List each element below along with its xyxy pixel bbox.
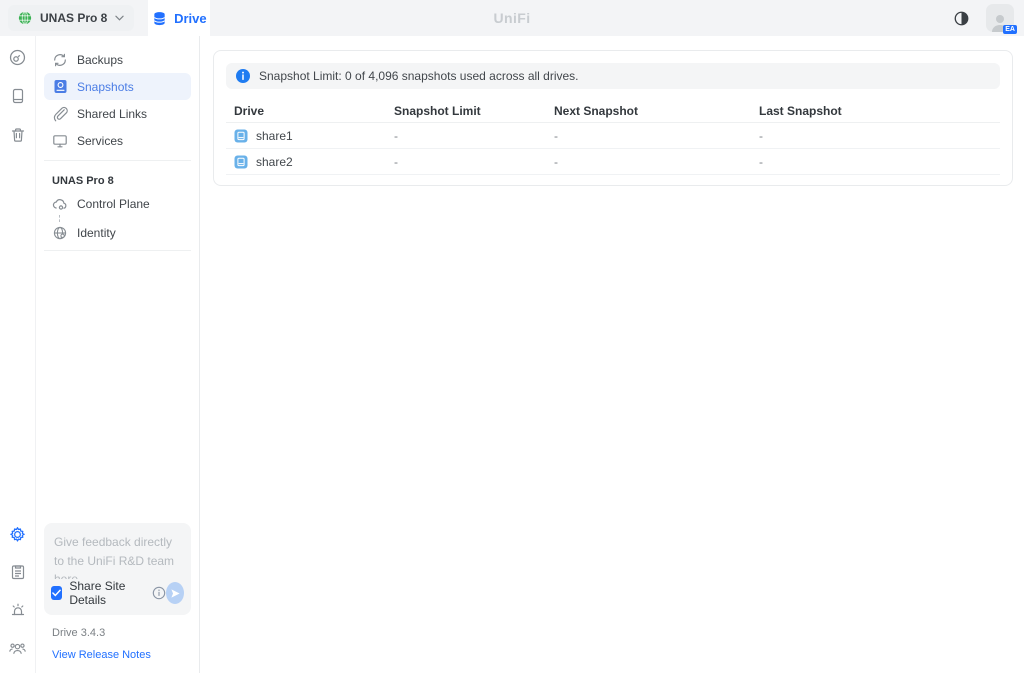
clipboard-icon[interactable] — [7, 561, 29, 583]
icon-rail — [0, 36, 36, 673]
top-bar: UNAS Pro 8 Drive UniFi EA — [0, 0, 1024, 36]
topbar-right: EA — [950, 0, 1024, 36]
sidebar-section-header: UNAS Pro 8 — [52, 175, 191, 187]
send-feedback-button[interactable] — [166, 582, 184, 604]
last-snapshot-value: - — [751, 155, 1000, 169]
theme-contrast-toggle[interactable] — [950, 7, 972, 29]
sidebar-item-snapshots[interactable]: Snapshots — [44, 73, 191, 100]
share-site-details-checkbox[interactable] — [51, 586, 62, 600]
share-drive-icon — [234, 129, 248, 143]
sidebar-item-identity[interactable]: Identity — [44, 222, 191, 244]
cloud-gear-icon — [52, 196, 68, 212]
site-globe-icon — [18, 11, 32, 25]
next-snapshot-value: - — [546, 129, 751, 143]
siren-icon[interactable] — [7, 599, 29, 621]
table-row[interactable]: share1 - - - — [226, 123, 1000, 149]
info-outline-icon[interactable] — [152, 586, 166, 600]
snapshot-limit-value: - — [386, 129, 546, 143]
sidebar-item-label: Identity — [77, 226, 116, 240]
column-header-last-snapshot: Last Snapshot — [751, 104, 1000, 118]
monitor-icon — [52, 133, 68, 149]
drive-name: share1 — [256, 129, 293, 143]
avatar-badge: EA — [1003, 25, 1017, 34]
info-icon — [236, 69, 250, 83]
sidebar-item-label: Backups — [77, 53, 123, 67]
chevron-down-icon — [115, 15, 124, 21]
feedback-input[interactable] — [44, 523, 191, 579]
sidebar: Backups Snapshots Shared Links Services … — [36, 36, 200, 673]
sidebar-item-services[interactable]: Services — [44, 127, 191, 154]
disc-icon[interactable] — [7, 46, 29, 68]
people-icon[interactable] — [7, 637, 29, 659]
snapshot-limit-value: - — [386, 155, 546, 169]
sidebar-divider — [44, 250, 191, 251]
sidebar-divider — [44, 160, 191, 161]
sidebar-item-label: Control Plane — [77, 197, 150, 211]
gear-icon[interactable] — [7, 523, 29, 545]
main-content: Snapshot Limit: 0 of 4,096 snapshots use… — [200, 36, 1024, 673]
trash-icon[interactable] — [7, 124, 29, 146]
backup-sync-icon — [52, 52, 68, 68]
avatar[interactable]: EA — [986, 4, 1014, 32]
site-selector[interactable]: UNAS Pro 8 — [8, 5, 134, 31]
snapshots-card: Snapshot Limit: 0 of 4,096 snapshots use… — [213, 50, 1013, 186]
sidebar-item-backups[interactable]: Backups — [44, 46, 191, 73]
snapshot-camera-icon — [52, 79, 68, 95]
table-header-row: Drive Snapshot Limit Next Snapshot Last … — [226, 99, 1000, 123]
share-site-details-label: Share Site Details — [69, 579, 147, 607]
feedback-controls: Share Site Details — [44, 579, 191, 615]
drive-name: share2 — [256, 155, 293, 169]
app-version: Drive 3.4.3 — [52, 627, 191, 639]
database-icon — [152, 11, 167, 26]
sidebar-item-label: Shared Links — [77, 107, 147, 121]
last-snapshot-value: - — [751, 129, 1000, 143]
sidebar-item-shared-links[interactable]: Shared Links — [44, 100, 191, 127]
link-icon — [52, 106, 68, 122]
table-row[interactable]: share2 - - - — [226, 149, 1000, 175]
drive-icon[interactable] — [7, 85, 29, 107]
column-header-snapshot-limit: Snapshot Limit — [386, 104, 546, 118]
column-header-next-snapshot: Next Snapshot — [546, 104, 751, 118]
sidebar-item-label: Snapshots — [77, 80, 134, 94]
sidebar-item-control-plane[interactable]: Control Plane — [44, 193, 191, 215]
site-name: UNAS Pro 8 — [40, 11, 107, 25]
view-release-notes-link[interactable]: View Release Notes — [52, 649, 191, 661]
feedback-box: Share Site Details — [44, 523, 191, 615]
globe-gear-icon — [52, 225, 68, 241]
next-snapshot-value: - — [546, 155, 751, 169]
share-drive-icon — [234, 155, 248, 169]
tab-drive[interactable]: Drive — [148, 0, 210, 36]
banner-text: Snapshot Limit: 0 of 4,096 snapshots use… — [259, 69, 579, 83]
device-connector — [59, 215, 191, 222]
tab-drive-label: Drive — [174, 11, 207, 26]
sidebar-item-label: Services — [77, 134, 123, 148]
column-header-drive: Drive — [226, 104, 386, 118]
snapshot-limit-banner: Snapshot Limit: 0 of 4,096 snapshots use… — [226, 63, 1000, 89]
